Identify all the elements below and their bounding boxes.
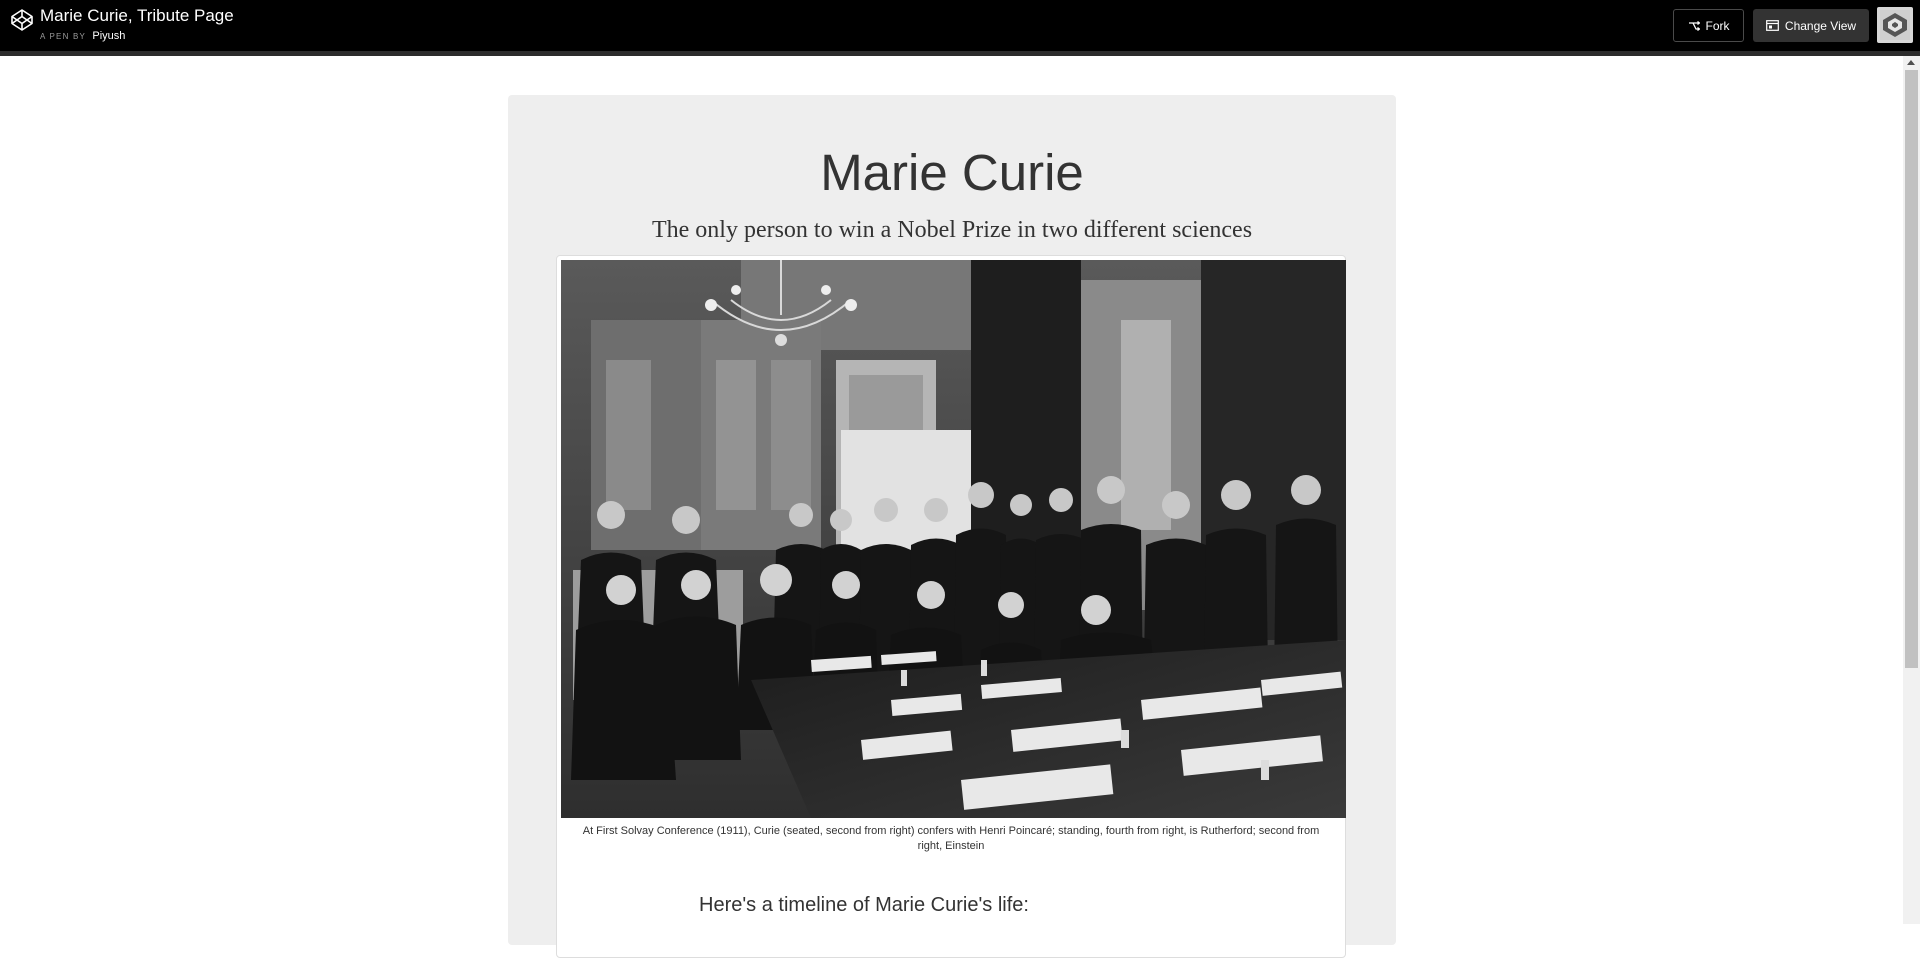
codepen-logo-icon[interactable] <box>10 8 34 32</box>
pen-byline: A PEN BY Piyush <box>40 30 125 42</box>
change-view-icon <box>1766 20 1779 31</box>
solvay-conference-photo <box>561 260 1346 818</box>
header-divider <box>0 51 1920 56</box>
page-subtitle: The only person to win a Nobel Prize in … <box>651 217 1253 243</box>
timeline-heading: Here's a timeline of Marie Curie's life: <box>699 894 1029 916</box>
scroll-up-arrow-icon[interactable] <box>1907 60 1915 65</box>
user-avatar[interactable] <box>1877 7 1913 43</box>
codepen-header: Marie Curie, Tribute Page A PEN BY Piyus… <box>0 0 1920 51</box>
avatar-pattern-icon <box>1880 10 1910 40</box>
image-thumbnail: At First Solvay Conference (1911), Curie… <box>556 255 1346 958</box>
fork-button[interactable]: Fork <box>1673 9 1744 42</box>
change-view-button[interactable]: Change View <box>1753 9 1869 42</box>
change-view-label: Change View <box>1784 18 1857 33</box>
fork-label: Fork <box>1705 18 1730 33</box>
pen-by-label: A PEN BY <box>40 32 86 41</box>
fork-icon <box>1688 20 1700 31</box>
page-title: Marie Curie <box>820 144 1084 201</box>
scrollbar-thumb[interactable] <box>1905 70 1918 668</box>
conference-photo-illustration <box>561 260 1346 818</box>
pen-author-link[interactable]: Piyush <box>92 30 125 42</box>
tribute-main: Marie Curie The only person to win a Nob… <box>508 95 1396 958</box>
pen-title[interactable]: Marie Curie, Tribute Page <box>40 6 234 26</box>
image-caption: At First Solvay Conference (1911), Curie… <box>582 825 1320 852</box>
page-scrollbar[interactable] <box>1903 56 1920 924</box>
